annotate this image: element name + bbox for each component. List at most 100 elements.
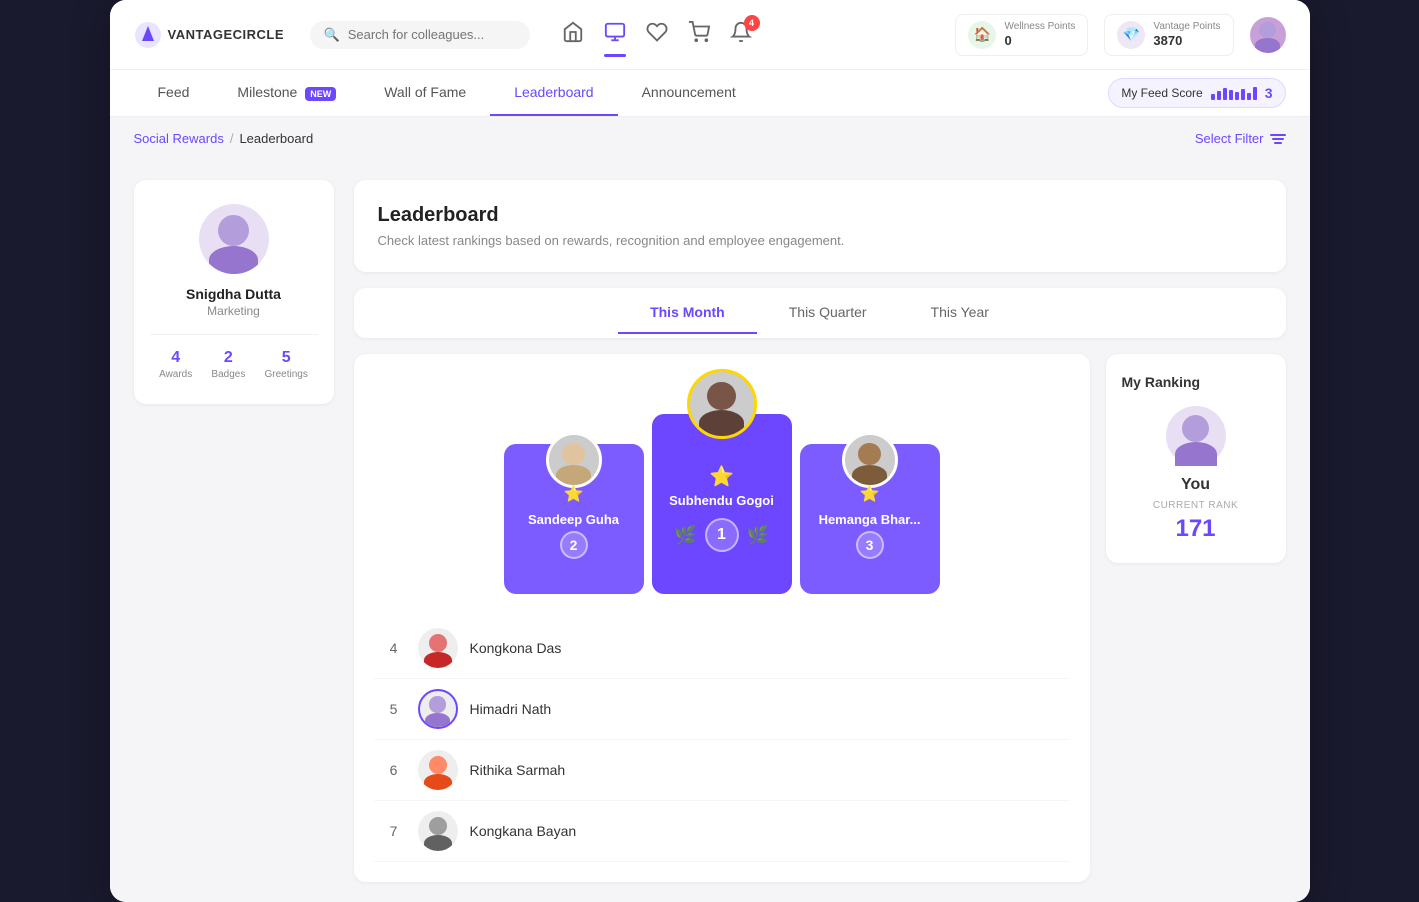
breadcrumb-current: Leaderboard	[239, 131, 313, 146]
tab-announcement[interactable]: Announcement	[618, 70, 760, 116]
search-box[interactable]: 🔍	[310, 21, 530, 49]
third-body	[852, 465, 887, 485]
feed-score-label: My Feed Score	[1121, 86, 1202, 100]
tab-leaderboard[interactable]: Leaderboard	[490, 70, 617, 116]
breadcrumb-row: Social Rewards / Leaderboard Select Filt…	[110, 117, 1310, 160]
first-avatar-person	[690, 372, 754, 436]
my-ranking-label: CURRENT RANK	[1122, 500, 1270, 511]
second-avatar-person	[549, 435, 599, 485]
stat-badges: 2 Badges	[211, 349, 245, 380]
select-filter-button[interactable]: Select Filter	[1195, 131, 1286, 146]
rankings-panel: ⭐ Sandeep Guha 2	[354, 354, 1090, 882]
podium-avatar-second	[546, 432, 602, 488]
leaderboard-header-card: Leaderboard Check latest rankings based …	[354, 180, 1286, 272]
rank-avatar-7	[418, 811, 458, 851]
tab-feed[interactable]: Feed	[134, 70, 214, 116]
rank-num-6: 6	[382, 762, 406, 778]
search-icon: 🔍	[324, 27, 340, 43]
my-avatar-body	[1175, 442, 1217, 466]
podium-rank-first: 1	[705, 518, 739, 552]
podium-third: ⭐ Hemanga Bhar... 3	[800, 444, 940, 594]
user-avatar-person	[1250, 17, 1286, 53]
rank-name-5: Himadri Nath	[470, 701, 552, 717]
vantage-points-info: Vantage Points 3870	[1153, 21, 1220, 49]
profile-card: Snigdha Dutta Marketing 4 Awards 2 Badge…	[134, 180, 334, 404]
breadcrumb: Social Rewards / Leaderboard	[134, 131, 314, 146]
wellness-label: Wellness Points	[1004, 21, 1075, 33]
heart-icon[interactable]	[646, 21, 668, 49]
profile-avatar-body	[209, 246, 258, 274]
bell-icon[interactable]: 4	[730, 21, 752, 49]
rank6-person	[418, 750, 458, 790]
logo[interactable]: VANTAGECIRCLE	[134, 21, 294, 49]
score-bar-2	[1217, 91, 1221, 100]
rank5-head	[429, 696, 445, 712]
filter-icon	[1270, 134, 1286, 144]
stat-awards-value: 4	[159, 349, 192, 367]
breadcrumb-separator: /	[230, 131, 234, 146]
rank6-body	[424, 774, 452, 790]
rank6-head	[429, 756, 447, 774]
podium-first: ⭐ Subhendu Gogoi 🌿 1 🌿	[652, 414, 792, 594]
tab-milestone[interactable]: Milestone NEW	[213, 70, 360, 116]
podium: ⭐ Sandeep Guha 2	[374, 374, 1070, 594]
vantage-points-card[interactable]: 💎 Vantage Points 3870	[1104, 14, 1233, 56]
milestone-badge: NEW	[305, 87, 336, 101]
breadcrumb-parent[interactable]: Social Rewards	[134, 131, 224, 146]
wellness-points-card[interactable]: 🏠 Wellness Points 0	[955, 14, 1088, 56]
header: VANTAGECIRCLE 🔍	[110, 0, 1310, 70]
rank-name-6: Rithika Sarmah	[470, 762, 566, 778]
my-ranking-title: My Ranking	[1122, 374, 1270, 390]
stat-awards: 4 Awards	[159, 349, 192, 380]
leaderboard-subtitle: Check latest rankings based on rewards, …	[378, 233, 1262, 248]
user-avatar-header[interactable]	[1250, 17, 1286, 53]
rank7-person	[418, 811, 458, 851]
points-section: 🏠 Wellness Points 0 💎 Vantage Points 387…	[955, 14, 1285, 56]
home-icon[interactable]	[562, 21, 584, 49]
tab-this-month[interactable]: This Month	[618, 292, 757, 334]
tab-this-quarter[interactable]: This Quarter	[757, 292, 899, 334]
rank-name-4: Kongkona Das	[470, 640, 562, 656]
leaderboard-title: Leaderboard	[378, 204, 1262, 227]
rank-item: 4 Kongkona Das	[374, 618, 1070, 679]
tab-wall-of-fame[interactable]: Wall of Fame	[360, 70, 490, 116]
profile-avatar-person	[199, 204, 269, 274]
rank4-head	[429, 634, 447, 652]
score-bars	[1211, 87, 1257, 100]
rank7-head	[429, 817, 447, 835]
filter-line-3	[1274, 142, 1282, 144]
app-container: VANTAGECIRCLE 🔍	[110, 0, 1310, 902]
wellness-points-info: Wellness Points 0	[1004, 21, 1075, 49]
rank-avatar-6	[418, 750, 458, 790]
my-ranking-card: My Ranking You CURRENT RANK 171	[1106, 354, 1286, 563]
nav-tabs: Feed Milestone NEW Wall of Fame Leaderbo…	[110, 70, 1310, 117]
score-bar-3	[1223, 88, 1227, 100]
cart-icon[interactable]	[688, 21, 710, 49]
rank-avatar-4	[418, 628, 458, 668]
leaderboard-body: ⭐ Sandeep Guha 2	[354, 354, 1286, 882]
stat-awards-label: Awards	[159, 369, 192, 380]
podium-rank-second: 2	[560, 531, 588, 559]
score-bar-5	[1235, 92, 1239, 100]
rank-num-5: 5	[382, 701, 406, 717]
wellness-value: 0	[1004, 33, 1075, 49]
score-bar-6	[1241, 89, 1245, 100]
search-input[interactable]	[348, 27, 516, 42]
monitor-icon[interactable]	[604, 21, 626, 49]
score-bar-4	[1229, 90, 1233, 100]
avatar-head	[1259, 22, 1275, 38]
tab-this-year[interactable]: This Year	[899, 292, 1021, 334]
profile-avatar	[199, 204, 269, 274]
my-ranking-number: 171	[1122, 515, 1270, 543]
feed-score-tab[interactable]: My Feed Score 3	[1108, 78, 1285, 108]
score-bar-1	[1211, 94, 1215, 100]
podium-name-first: Subhendu Gogoi	[669, 493, 774, 508]
active-underline	[604, 54, 626, 57]
first-body	[699, 410, 744, 436]
feed-score-value: 3	[1265, 85, 1273, 101]
rank-num-7: 7	[382, 823, 406, 839]
rank-num-4: 4	[382, 640, 406, 656]
stat-greetings-value: 5	[265, 349, 308, 367]
filter-line-1	[1270, 134, 1286, 136]
podium-name-third: Hemanga Bhar...	[819, 512, 921, 527]
